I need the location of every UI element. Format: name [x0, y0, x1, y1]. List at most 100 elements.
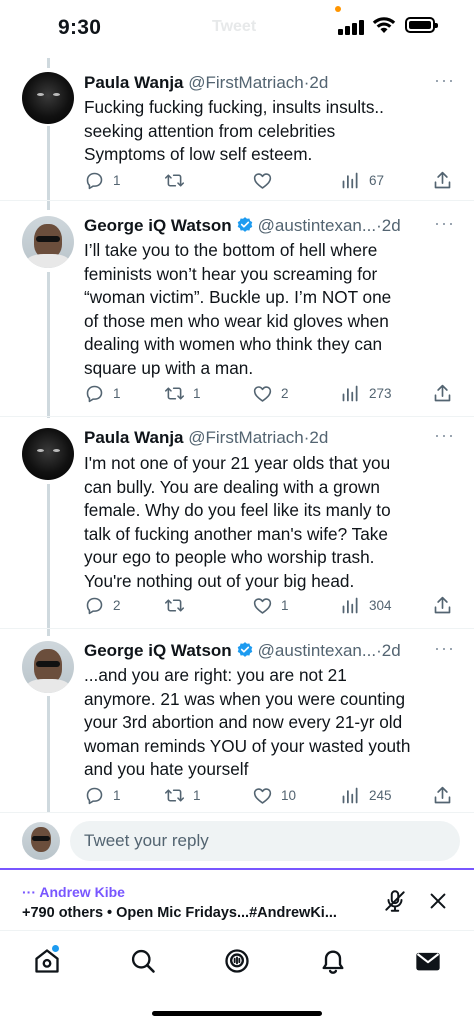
tweet-text: ...and you are right: you are not 21 any… — [84, 664, 459, 782]
reply-button[interactable]: 1 — [84, 783, 121, 807]
tweet-actions: 1 1 2 273 — [0, 381, 474, 405]
views-button[interactable]: 67 — [340, 168, 384, 192]
reply-button[interactable]: 1 — [84, 381, 121, 405]
battery-icon — [405, 17, 438, 33]
reply-button[interactable]: 2 — [84, 593, 121, 617]
new-content-dot — [52, 945, 59, 952]
tweet-header: Paula Wanja @FirstMatriach·2d — [84, 73, 328, 93]
tweet-text-line: I’ll take you to the bottom of hell wher… — [84, 240, 378, 260]
tab-notifications[interactable] — [319, 947, 347, 975]
tweet-text-line: square up with a man. — [84, 357, 254, 378]
views-icon — [342, 385, 358, 401]
bottom-tab-bar — [0, 930, 474, 1024]
notifications-icon — [322, 950, 344, 974]
like-icon — [253, 172, 272, 189]
retweet-icon — [164, 173, 185, 187]
share-button[interactable] — [432, 381, 453, 405]
tab-search[interactable] — [129, 947, 157, 975]
tweet-divider — [0, 200, 474, 201]
reply-count: 1 — [113, 385, 121, 401]
avatar[interactable] — [22, 216, 74, 268]
share-button[interactable] — [432, 168, 453, 192]
reply-count: 1 — [113, 787, 121, 803]
tab-spaces[interactable] — [223, 947, 251, 975]
share-icon — [434, 171, 451, 188]
tweet-text: Fucking fucking fucking, insults insults… — [84, 96, 459, 167]
share-button[interactable] — [432, 783, 453, 807]
reply-icon — [86, 597, 103, 614]
reply-icon — [86, 787, 103, 804]
share-button[interactable] — [432, 593, 453, 617]
tweet-header: Paula Wanja @FirstMatriach·2d — [84, 428, 328, 448]
tweet-text-line: “woman victim”. Buckle up. I’m NOT one — [84, 287, 392, 307]
like-button[interactable] — [252, 168, 281, 192]
reply-icon — [86, 385, 103, 402]
retweet-button[interactable]: 1 — [164, 381, 201, 405]
tweet-actions: 1 67 — [0, 168, 474, 192]
retweet-button[interactable]: 1 — [164, 783, 201, 807]
more-options-icon[interactable]: ··· — [434, 70, 455, 91]
my-avatar[interactable] — [22, 822, 60, 860]
author-handle[interactable]: @austintexan... — [258, 216, 376, 235]
close-icon[interactable] — [427, 890, 449, 912]
author-handle[interactable]: @FirstMatriach — [188, 428, 304, 447]
retweet-button[interactable] — [164, 168, 193, 192]
like-count: 2 — [281, 385, 289, 401]
verified-badge-icon — [237, 217, 252, 232]
like-button[interactable]: 1 — [252, 593, 289, 617]
header-title-faded: Tweet — [212, 18, 257, 35]
author-name[interactable]: George iQ Watson — [84, 641, 232, 660]
like-button[interactable]: 2 — [252, 381, 289, 405]
reply-composer: Tweet your reply — [0, 812, 474, 868]
avatar[interactable] — [22, 428, 74, 480]
author-name[interactable]: Paula Wanja — [84, 428, 184, 447]
mic-off-icon[interactable] — [382, 888, 408, 914]
author-handle[interactable]: @FirstMatriach — [188, 73, 304, 92]
tab-home[interactable] — [33, 945, 61, 975]
space-dock[interactable]: ··· Andrew Kibe +790 others • Open Mic F… — [0, 868, 474, 930]
tweet-time[interactable]: 2d — [309, 428, 328, 447]
tweet-actions: 1 1 10 245 — [0, 783, 474, 807]
tweet-time[interactable]: 2d — [382, 216, 401, 235]
tweet-actions: 2 1 304 — [0, 593, 474, 617]
tweet-text-line: talk of fucking another man's wife? Take — [84, 523, 388, 544]
retweet-icon — [164, 598, 185, 612]
like-count: 1 — [281, 597, 289, 613]
tweet-text-line: dealing with women who think they can — [84, 334, 383, 354]
tweet-text-line: ...and you are right: you are not 21 — [84, 665, 347, 685]
views-button[interactable]: 245 — [340, 783, 392, 807]
like-button[interactable]: 10 — [252, 783, 296, 807]
space-info: +790 others • Open Mic Fridays...#Andrew… — [22, 905, 337, 921]
space-host: ··· Andrew Kibe — [22, 884, 125, 900]
tweet-header: George iQ Watson @austintexan...·2d — [84, 641, 401, 661]
share-icon — [434, 596, 451, 613]
spaces-icon — [225, 949, 249, 973]
views-button[interactable]: 304 — [340, 593, 392, 617]
retweet-icon — [164, 788, 185, 802]
views-icon — [342, 172, 358, 188]
author-handle[interactable]: @austintexan... — [258, 641, 376, 660]
tweet-text-line: and you hate yourself — [84, 759, 249, 779]
avatar[interactable] — [22, 72, 74, 124]
more-options-icon[interactable]: ··· — [434, 213, 455, 234]
tweet-time[interactable]: 2d — [309, 73, 328, 92]
like-count: 10 — [281, 787, 297, 803]
retweet-button[interactable] — [164, 593, 193, 617]
tab-messages[interactable] — [414, 947, 442, 975]
reply-input[interactable]: Tweet your reply — [70, 821, 460, 861]
more-options-icon[interactable]: ··· — [434, 425, 455, 446]
author-name[interactable]: Paula Wanja — [84, 73, 184, 92]
views-button[interactable]: 273 — [340, 381, 392, 405]
status-bar: 9:30 Tweet — [0, 0, 474, 56]
tweet-time[interactable]: 2d — [382, 641, 401, 660]
tweet-text-line: I'm not one of your 21 year olds that yo… — [84, 453, 391, 473]
tweet-text-line: Fucking fucking fucking, insults insults… — [84, 97, 384, 117]
more-options-icon[interactable]: ··· — [434, 638, 455, 659]
reply-button[interactable]: 1 — [84, 168, 121, 192]
tweet-divider — [0, 416, 474, 417]
tweet-text-line: feminists won’t hear you screaming for — [84, 263, 378, 284]
home-indicator[interactable] — [152, 1011, 322, 1016]
avatar[interactable] — [22, 641, 74, 693]
author-name[interactable]: George iQ Watson — [84, 216, 232, 235]
tweet-divider — [0, 628, 474, 629]
